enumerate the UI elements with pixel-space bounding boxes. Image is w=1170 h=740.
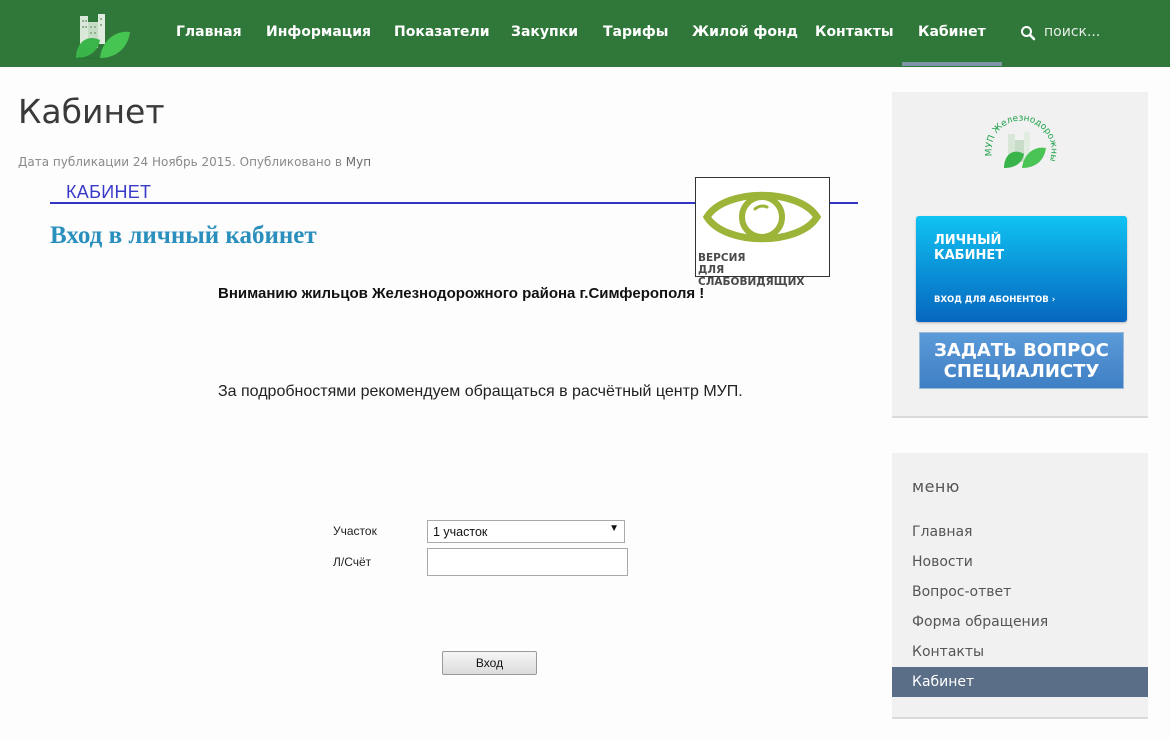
search-input[interactable]: поиск... xyxy=(1044,24,1100,40)
org-emblem-logo: МУП Железнодорожный xyxy=(975,101,1062,192)
login-heading: Вход в личный кабинет xyxy=(50,222,317,249)
section-label: КАБИНЕТ xyxy=(66,182,152,202)
nav-purchases[interactable]: Закупки xyxy=(511,0,578,64)
menu-title: меню xyxy=(912,477,960,496)
nav-cabinet[interactable]: Кабинет xyxy=(902,0,1002,66)
account-label: Л/Счёт xyxy=(333,555,372,569)
personal-cabinet-banner[interactable]: ЛИЧНЫЙ КАБИНЕТ ВХОД ДЛЯ АБОНЕНТОВ › xyxy=(916,216,1127,322)
nav-home[interactable]: Главная xyxy=(176,0,242,64)
meta-date: Дата публикации 24 Ноябрь 2015. Опублико… xyxy=(18,155,346,169)
nav-housing[interactable]: Жилой фонд xyxy=(692,0,798,64)
sidebar-item-cabinet[interactable]: Кабинет xyxy=(892,667,1148,697)
sidebar-item-appeal-form[interactable]: Форма обращения xyxy=(892,607,1148,637)
accessibility-line1: ВЕРСИЯ xyxy=(698,252,746,264)
sidebar-item-news[interactable]: Новости xyxy=(892,547,1148,577)
sidebar-item-contacts[interactable]: Контакты xyxy=(892,637,1148,667)
cabinet-banner-title: ЛИЧНЫЙ КАБИНЕТ xyxy=(934,233,1004,263)
plot-select[interactable]: 1 участок ▼ xyxy=(427,520,625,543)
notice-text: Вниманию жильцов Железнодорожного района… xyxy=(218,285,705,302)
ask-line2: СПЕЦИАЛИСТУ xyxy=(943,361,1100,382)
site-logo[interactable] xyxy=(70,12,132,62)
eye-icon xyxy=(703,191,821,243)
page-title: Кабинет xyxy=(18,92,165,131)
cabinet-banner-subtitle: ВХОД ДЛЯ АБОНЕНТОВ › xyxy=(934,295,1056,305)
ask-specialist-button[interactable]: ЗАДАТЬ ВОПРОС СПЕЦИАЛИСТУ xyxy=(919,332,1124,389)
meta-author-link[interactable]: Муп xyxy=(346,155,371,169)
accessibility-version-button[interactable]: ВЕРСИЯ ДЛЯ СЛАБОВИДЯЩИХ xyxy=(695,177,830,288)
login-submit-button[interactable]: Вход xyxy=(442,651,537,675)
account-input[interactable] xyxy=(427,548,628,576)
accessibility-line2: ДЛЯ СЛАБОВИДЯЩИХ xyxy=(698,264,805,288)
top-navbar: Главная Информация Показатели Закупки Та… xyxy=(0,0,1170,67)
search-icon xyxy=(1021,26,1036,41)
sidebar-item-faq[interactable]: Вопрос-ответ xyxy=(892,577,1148,607)
info-text: За подробностями рекомендуем обращаться … xyxy=(218,383,743,400)
dropdown-arrow-icon: ▼ xyxy=(609,523,619,534)
cabinet-banner-title-2: КАБИНЕТ xyxy=(934,248,1005,263)
nav-indicators[interactable]: Показатели xyxy=(394,0,490,64)
nav-info[interactable]: Информация xyxy=(266,0,371,64)
nav-contacts[interactable]: Контакты xyxy=(815,0,894,64)
sidebar-item-home[interactable]: Главная xyxy=(892,517,1148,547)
plot-select-value: 1 участок xyxy=(433,525,488,539)
plot-label: Участок xyxy=(333,524,377,538)
ask-line1: ЗАДАТЬ ВОПРОС xyxy=(934,340,1109,361)
accessibility-label: ВЕРСИЯ ДЛЯ СЛАБОВИДЯЩИХ xyxy=(698,252,829,288)
article-meta: Дата публикации 24 Ноябрь 2015. Опублико… xyxy=(18,155,371,169)
cabinet-banner-title-1: ЛИЧНЫЙ xyxy=(934,233,1002,248)
nav-tariffs[interactable]: Тарифы xyxy=(603,0,668,64)
